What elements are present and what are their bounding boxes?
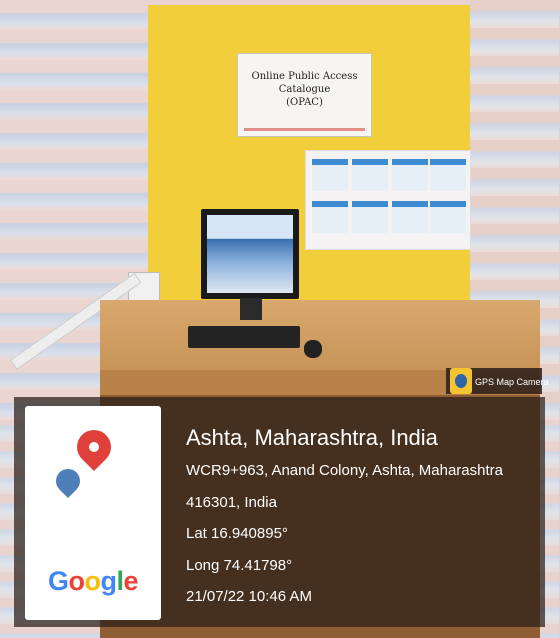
sign-title-line2: (OPAC) [286,97,323,108]
latitude: Lat 16.940895° [186,525,288,542]
sign-text: Online Public Access Catalogue (OPAC) [238,70,371,109]
poster-thumbnail [312,201,348,233]
longitude: Long 74.41798° [186,557,293,574]
poster-thumbnail [352,159,388,191]
timestamp: 21/07/22 10:46 AM [186,588,312,605]
poster-thumbnail [430,159,466,191]
monitor-stand [240,298,262,320]
sign-title-line1: Online Public Access Catalogue [251,71,358,95]
opac-sign: Online Public Access Catalogue (OPAC) [237,53,372,137]
desk-top [100,300,540,372]
instruction-poster [305,150,471,250]
poster-thumbnail [392,201,428,233]
gps-camera-icon-inner [455,374,467,388]
poster-thumbnail [430,201,466,233]
monitor-screen [207,215,293,293]
address-postcode: 416301, India [186,494,277,511]
mouse [304,340,322,358]
map-pin-dot [89,442,99,452]
sign-footer-strip [244,128,365,131]
computer-monitor [201,209,299,299]
location-title: Ashta, Maharashtra, India [186,425,438,450]
poster-thumbnail [312,159,348,191]
address-line: WCR9+963, Anand Colony, Ashta, Maharasht… [186,462,503,479]
gps-camera-label: GPS Map Camera [475,377,549,387]
keyboard [188,326,300,348]
poster-thumbnail [352,201,388,233]
poster-thumbnail [392,159,428,191]
google-wordmark: Google [47,566,139,596]
google-logo: Google [25,566,161,597]
